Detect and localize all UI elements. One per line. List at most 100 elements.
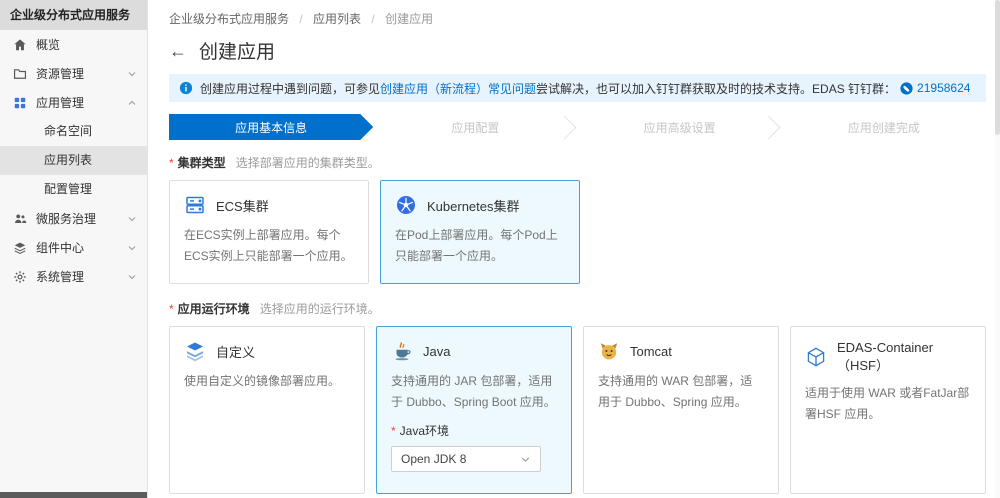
runtime-card-edas-container[interactable]: EDAS-Container（HSF） 适用于使用 WAR 或者FatJar部署… (790, 326, 986, 494)
field-label-text: Java环境 (399, 424, 450, 438)
card-description: 使用自定义的镜像部署应用。 (184, 374, 341, 388)
card-header: Kubernetes集群 (395, 194, 565, 216)
sidebar-product-title: 企业级分布式应用服务 (0, 0, 147, 30)
card-title: ECS集群 (216, 198, 269, 214)
step-app-config[interactable]: 应用配置 (373, 114, 577, 140)
banner-text-before: 创建应用过程中遇到问题，可参见 (200, 81, 381, 96)
grid-icon (12, 95, 28, 111)
home-icon (12, 37, 28, 53)
tomcat-icon (598, 340, 620, 362)
required-mark: * (391, 424, 396, 438)
gear-icon (12, 269, 28, 285)
dingtalk-group-number[interactable]: 21958624 (917, 81, 970, 95)
banner-text: 创建应用过程中遇到问题，可参见创建应用（新流程）常见问题尝试解决，也可以加入钉钉… (200, 80, 896, 97)
sidebar-collapse-handle[interactable] (0, 492, 147, 498)
step-basic-info[interactable]: 应用基本信息 (169, 114, 373, 140)
cluster-card-ecs[interactable]: ECS集群 在ECS实例上部署应用。每个ECS实例上只能部署一个应用。 (169, 180, 369, 284)
sidebar-item-label: 资源管理 (36, 67, 85, 81)
breadcrumb-item[interactable]: 应用列表 (313, 12, 361, 26)
sidebar-item-microservice-governance[interactable]: 微服务治理 (0, 204, 147, 233)
layers-icon (12, 240, 28, 256)
runtime-cards: 自定义 使用自定义的镜像部署应用。 Java 支持通用的 JAR 包部署，适用于… (169, 326, 986, 494)
card-header: ECS集群 (184, 194, 354, 216)
card-title: 自定义 (216, 344, 256, 360)
select-value: Open JDK 8 (401, 452, 467, 466)
card-header: Tomcat (598, 340, 764, 362)
page-header: ← 创建应用 (169, 37, 986, 64)
step-label: 应用基本信息 (235, 120, 308, 135)
required-mark: * (169, 302, 174, 316)
step-label: 应用高级设置 (643, 120, 716, 135)
chevron-up-icon (127, 98, 137, 108)
card-title: Java (423, 343, 451, 359)
sidebar-subitem-config-management[interactable]: 配置管理 (0, 175, 147, 204)
cluster-card-kubernetes[interactable]: Kubernetes集群 在Pod上部署应用。每个Pod上只能部署一个应用。 (380, 180, 580, 284)
card-title: Tomcat (630, 343, 672, 359)
required-mark: * (169, 156, 174, 170)
page-title: 创建应用 (199, 42, 276, 63)
breadcrumb: 企业级分布式应用服务 / 应用列表 / 创建应用 (169, 0, 986, 27)
card-header: 自定义 (184, 340, 350, 362)
info-icon (179, 81, 193, 95)
chevron-down-icon (127, 243, 137, 253)
java-icon (391, 340, 413, 362)
section-label: 应用运行环境 (177, 302, 250, 316)
runtime-card-java[interactable]: Java 支持通用的 JAR 包部署，适用于 Dubbo、Spring Boot… (376, 326, 572, 494)
breadcrumb-separator: / (371, 12, 375, 26)
cluster-type-cards: ECS集群 在ECS实例上部署应用。每个ECS实例上只能部署一个应用。 Kube… (169, 180, 986, 284)
sidebar-subitem-namespace[interactable]: 命名空间 (0, 117, 147, 146)
scrollbar-thumb[interactable] (995, 0, 1000, 135)
card-header: Java (391, 340, 557, 362)
step-label: 应用创建完成 (847, 120, 920, 135)
custom-image-layers-icon (184, 340, 206, 362)
sidebar-subitem-application-list[interactable]: 应用列表 (0, 146, 147, 175)
vertical-scrollbar[interactable] (995, 0, 1000, 498)
step-creation-complete[interactable]: 应用创建完成 (782, 114, 986, 140)
section-helper: 选择应用的运行环境。 (259, 302, 380, 316)
info-banner: 创建应用过程中遇到问题，可参见创建应用（新流程）常见问题尝试解决，也可以加入钉钉… (169, 74, 986, 102)
card-description: 支持通用的 WAR 包部署，适用于 Dubbo、Spring 应用。 (598, 374, 753, 409)
runtime-card-tomcat[interactable]: Tomcat 支持通用的 WAR 包部署，适用于 Dubbo、Spring 应用… (583, 326, 779, 494)
sidebar-item-label: 系统管理 (36, 270, 85, 284)
wizard-steps: 应用基本信息 应用配置 应用高级设置 应用创建完成 (169, 114, 986, 140)
runtime-section-header: * 应用运行环境 选择应用的运行环境。 (169, 300, 986, 317)
people-icon (12, 211, 28, 227)
main-content: 企业级分布式应用服务 / 应用列表 / 创建应用 ← 创建应用 创建应用过程中遇… (149, 0, 1000, 494)
java-env-select[interactable]: Open JDK 8 (391, 446, 541, 472)
card-description: 支持通用的 JAR 包部署，适用于 Dubbo、Spring Boot 应用。 (391, 374, 556, 409)
cluster-type-section-header: * 集群类型 选择部署应用的集群类型。 (169, 154, 986, 171)
breadcrumb-item[interactable]: 企业级分布式应用服务 (169, 12, 289, 26)
ecs-server-icon (184, 194, 206, 216)
sidebar-item-resource-management[interactable]: 资源管理 (0, 59, 147, 88)
card-title: Kubernetes集群 (427, 198, 520, 214)
back-arrow-icon[interactable]: ← (169, 42, 187, 60)
sidebar-item-label: 微服务治理 (36, 212, 97, 226)
runtime-card-custom[interactable]: 自定义 使用自定义的镜像部署应用。 (169, 326, 365, 494)
chevron-down-icon (127, 214, 137, 224)
banner-faq-link[interactable]: 创建应用（新流程）常见问题 (380, 82, 536, 96)
sidebar-item-application-management[interactable]: 应用管理 (0, 88, 147, 117)
card-description: 在Pod上部署应用。每个Pod上只能部署一个应用。 (395, 228, 558, 263)
card-title: EDAS-Container（HSF） (837, 340, 934, 373)
card-description: 在ECS实例上部署应用。每个ECS实例上只能部署一个应用。 (184, 228, 353, 263)
folder-icon (12, 66, 28, 82)
section-label: 集群类型 (177, 156, 226, 170)
sidebar-item-label: 组件中心 (36, 241, 85, 255)
step-label: 应用配置 (451, 120, 500, 135)
sidebar-item-label: 应用管理 (36, 96, 85, 110)
banner-text-after: 尝试解决，也可以加入钉钉群获取及时的技术支持。EDAS 钉钉群： (536, 81, 897, 96)
sidebar-item-system-management[interactable]: 系统管理 (0, 262, 147, 291)
card-header: EDAS-Container（HSF） (805, 340, 971, 374)
sidebar-item-component-center[interactable]: 组件中心 (0, 233, 147, 262)
kubernetes-icon (395, 194, 417, 216)
sidebar-item-label: 概览 (36, 38, 61, 52)
section-helper: 选择部署应用的集群类型。 (235, 156, 380, 170)
java-env-label: * Java环境 (391, 422, 557, 439)
chevron-down-icon (127, 69, 137, 79)
step-advanced-settings[interactable]: 应用高级设置 (578, 114, 782, 140)
phone-icon (900, 81, 913, 95)
edas-container-cube-icon (805, 346, 827, 368)
breadcrumb-item-current: 创建应用 (385, 12, 434, 26)
chevron-down-icon (520, 454, 531, 465)
sidebar-item-overview[interactable]: 概览 (0, 30, 147, 59)
